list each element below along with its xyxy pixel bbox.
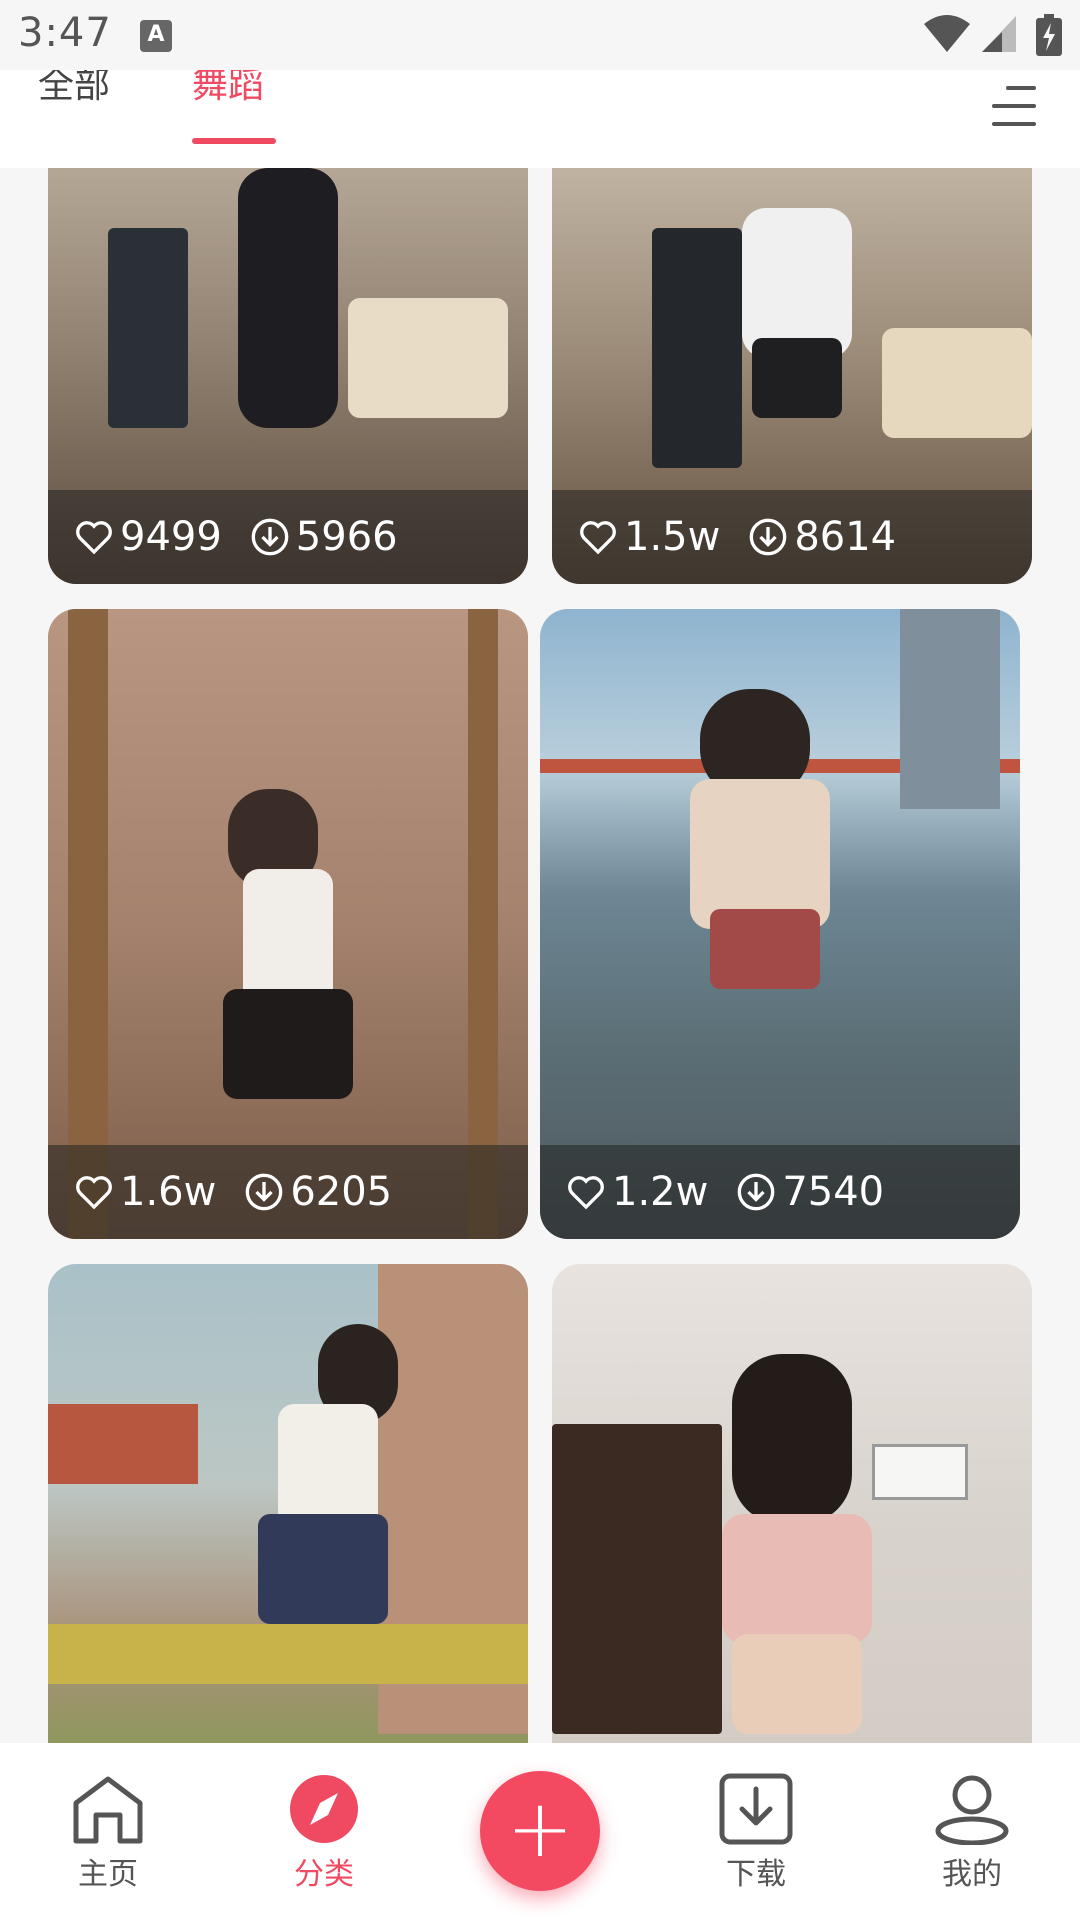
heart-icon	[580, 521, 616, 555]
video-card[interactable]: 1.2w 7540	[540, 609, 1020, 1239]
heart-icon	[568, 1176, 604, 1210]
nav-mine[interactable]: 我的	[912, 1773, 1032, 1893]
download-count: 5966	[295, 514, 398, 560]
card-stats: 1.5w 8614	[552, 490, 1032, 584]
nav-download[interactable]: 下载	[696, 1773, 816, 1893]
video-thumbnail	[48, 1264, 528, 1743]
nav-home[interactable]: 主页	[48, 1773, 168, 1893]
menu-icon[interactable]	[992, 86, 1036, 126]
notification-a-icon: A	[140, 20, 172, 52]
category-tab-bar: 全部 舞蹈	[0, 70, 1080, 168]
download-box-icon	[719, 1773, 793, 1845]
nav-download-label: 下载	[726, 1857, 786, 1892]
status-time: 3:47	[18, 10, 112, 56]
heart-icon	[76, 521, 112, 555]
video-card[interactable]: 9499 5966	[48, 168, 528, 584]
like-count: 1.5w	[624, 514, 721, 560]
like-count: 9499	[120, 514, 222, 560]
battery-charging-icon	[1036, 14, 1062, 56]
nav-home-label: 主页	[78, 1857, 138, 1892]
like-count: 1.2w	[612, 1169, 709, 1215]
cellular-signal-icon	[982, 16, 1016, 52]
home-icon	[73, 1776, 143, 1844]
wifi-icon	[924, 15, 970, 52]
download-count: 7540	[782, 1169, 885, 1215]
nav-category[interactable]: 分类	[264, 1773, 384, 1893]
heart-icon	[76, 1176, 112, 1210]
plus-icon: +	[506, 1782, 574, 1875]
active-tab-indicator	[192, 138, 276, 144]
download-icon	[245, 1173, 283, 1211]
status-bar: 3:47 A	[0, 0, 1080, 70]
video-card[interactable]: 1.6w 6205	[48, 609, 528, 1239]
video-card[interactable]	[48, 1264, 528, 1743]
tab-all[interactable]: 全部	[38, 70, 110, 106]
nav-mine-label: 我的	[942, 1857, 1002, 1892]
video-card[interactable]: 1.5w 8614	[552, 168, 1032, 584]
download-count: 6205	[290, 1169, 393, 1215]
bottom-navigation-bar: 主页 分类 + 下载 我的	[0, 1743, 1080, 1920]
video-card[interactable]	[552, 1264, 1032, 1743]
user-icon	[935, 1775, 1009, 1845]
download-icon	[251, 518, 289, 556]
tab-dance[interactable]: 舞蹈	[192, 70, 264, 106]
like-count: 1.6w	[120, 1169, 217, 1215]
card-stats: 9499 5966	[48, 490, 528, 584]
card-stats: 1.6w 6205	[48, 1145, 528, 1239]
app-root: 3:47 A 全部 舞蹈 9499 5966 1.5w 8614 1.6w 62…	[0, 0, 1080, 1920]
download-count: 8614	[794, 514, 897, 560]
video-grid: 9499 5966 1.5w 8614 1.6w 6205 1.2w 7540	[0, 168, 1080, 1743]
video-thumbnail	[552, 1264, 1032, 1743]
card-stats: 1.2w 7540	[540, 1145, 1020, 1239]
nav-category-label: 分类	[294, 1857, 354, 1892]
compass-icon	[290, 1775, 358, 1843]
download-icon	[737, 1173, 775, 1211]
add-button[interactable]: +	[480, 1771, 600, 1891]
download-icon	[749, 518, 787, 556]
